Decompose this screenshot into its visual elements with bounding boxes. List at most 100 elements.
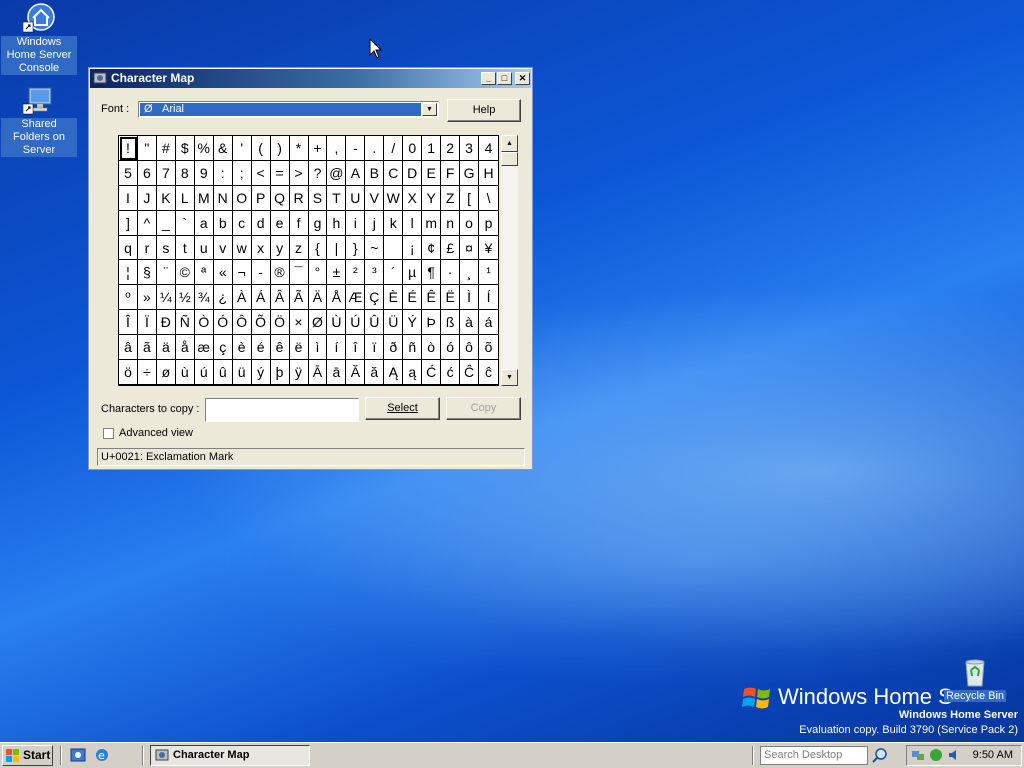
character-cell[interactable]: ¦	[119, 260, 138, 286]
character-cell[interactable]: Ü	[384, 310, 404, 336]
font-dropdown[interactable]: Ø Arial ▼	[138, 101, 439, 118]
desktop-icon-shared-folders[interactable]: Shared Folders on Server	[1, 84, 77, 157]
taskbar-item-character-map[interactable]: Character Map	[150, 745, 310, 766]
character-cell[interactable]: Ì	[460, 285, 480, 311]
character-cell[interactable]: á	[479, 310, 498, 336]
character-cell[interactable]: :	[213, 160, 233, 186]
character-cell[interactable]: ñ	[403, 335, 423, 361]
character-cell[interactable]: Ð	[156, 310, 176, 336]
character-cell[interactable]: ó	[441, 335, 461, 361]
character-cell[interactable]: ¡	[403, 235, 423, 261]
select-button[interactable]: Select	[365, 397, 440, 420]
character-cell[interactable]: í	[327, 335, 347, 361]
character-cell[interactable]: O	[232, 185, 252, 211]
character-cell[interactable]: $	[175, 136, 195, 161]
character-grid[interactable]: ! " # $% & '() * +, -./0 1 2 3 4 5 6 7 8 9:; < = >? @ A B C D E F G H…	[118, 135, 499, 386]
character-cell[interactable]: _	[156, 210, 176, 236]
character-cell[interactable]: Û	[365, 310, 385, 336]
character-cell[interactable]: ¸	[460, 260, 480, 286]
character-cell[interactable]: ą	[403, 360, 423, 385]
character-cell[interactable]: ¼	[156, 285, 176, 311]
character-cell[interactable]: ]	[119, 210, 138, 236]
character-cell[interactable]: t	[175, 235, 195, 261]
character-cell[interactable]: É	[403, 285, 423, 311]
advanced-view-checkbox[interactable]	[103, 428, 114, 439]
character-cell[interactable]: z	[289, 235, 309, 261]
character-cell[interactable]: Á	[251, 285, 271, 311]
character-cell[interactable]: ¬	[232, 260, 252, 286]
character-cell[interactable]: D	[403, 160, 423, 186]
minimize-button[interactable]: _	[481, 72, 496, 85]
search-button[interactable]	[870, 746, 890, 765]
character-cell[interactable]: ³	[365, 260, 385, 286]
character-cell[interactable]: À	[232, 285, 252, 311]
character-cell[interactable]: 2	[441, 136, 461, 161]
character-cell[interactable]: 8	[175, 160, 195, 186]
character-cell[interactable]: Æ	[346, 285, 366, 311]
character-cell[interactable]: F	[441, 160, 461, 186]
character-cell[interactable]: Ó	[213, 310, 233, 336]
character-cell[interactable]: 9	[194, 160, 214, 186]
quicklaunch-console-icon[interactable]	[70, 747, 86, 763]
character-cell[interactable]: "	[137, 136, 157, 161]
character-cell[interactable]: ë	[289, 335, 309, 361]
character-cell[interactable]: ¨	[156, 260, 176, 286]
character-cell[interactable]: £	[441, 235, 461, 261]
character-cell[interactable]: g	[308, 210, 328, 236]
character-cell[interactable]: Ñ	[175, 310, 195, 336]
character-cell[interactable]: 4	[479, 136, 498, 161]
character-cell[interactable]: }	[346, 235, 366, 261]
scroll-thumb[interactable]	[501, 152, 518, 166]
character-cell[interactable]: Í	[479, 285, 498, 311]
character-cell[interactable]: «	[213, 260, 233, 286]
character-cell[interactable]: a	[194, 210, 214, 236]
character-cell[interactable]: ®	[270, 260, 290, 286]
character-cell[interactable]: I	[119, 185, 138, 211]
character-cell[interactable]: *	[289, 136, 309, 161]
character-cell[interactable]: T	[327, 185, 347, 211]
character-cell[interactable]: &	[213, 136, 233, 161]
character-cell[interactable]: ·	[441, 260, 461, 286]
character-cell[interactable]: ý	[251, 360, 271, 385]
character-cell[interactable]: ×	[289, 310, 309, 336]
character-cell[interactable]: =	[270, 160, 290, 186]
character-cell[interactable]: %	[194, 136, 214, 161]
character-cell[interactable]: ©	[175, 260, 195, 286]
character-cell[interactable]: Ą	[384, 360, 404, 385]
maximize-button[interactable]: □	[497, 72, 512, 85]
character-cell[interactable]: G	[460, 160, 480, 186]
character-cell[interactable]: à	[460, 310, 480, 336]
character-cell[interactable]: ¶	[422, 260, 442, 286]
scroll-up-button[interactable]: ▲	[501, 135, 518, 152]
character-cell[interactable]: d	[251, 210, 271, 236]
character-cell[interactable]: æ	[194, 335, 214, 361]
character-cell[interactable]: û	[213, 360, 233, 385]
character-cell[interactable]: ¯	[289, 260, 309, 286]
tray-network-icon[interactable]	[911, 748, 925, 765]
character-cell[interactable]: 6	[137, 160, 157, 186]
character-cell[interactable]: v	[213, 235, 233, 261]
character-cell[interactable]: -	[346, 136, 366, 161]
character-cell[interactable]: ¥	[479, 236, 498, 261]
character-cell[interactable]: x	[251, 235, 271, 261]
character-cell[interactable]: e	[270, 210, 290, 236]
character-cell[interactable]: °	[308, 260, 328, 286]
character-cell[interactable]: J	[137, 185, 157, 211]
character-cell[interactable]: 5	[119, 160, 138, 186]
clock[interactable]: 9:50 AM	[973, 746, 1013, 765]
character-cell[interactable]: y	[270, 235, 290, 261]
character-cell[interactable]: Q	[270, 185, 290, 211]
character-cell[interactable]: 7	[156, 160, 176, 186]
character-cell[interactable]: |	[327, 235, 347, 261]
character-cell[interactable]: {	[308, 235, 328, 261]
character-cell[interactable]: Ï	[137, 310, 157, 336]
character-cell[interactable]: Ć	[422, 360, 442, 385]
close-button[interactable]: ✕	[515, 72, 530, 85]
character-cell[interactable]: ć	[441, 360, 461, 385]
character-cell[interactable]: Ë	[441, 285, 461, 311]
character-cell[interactable]: ª	[194, 260, 214, 286]
character-cell[interactable]: ß	[441, 310, 461, 336]
character-cell[interactable]: .	[365, 136, 385, 161]
character-cell[interactable]: l	[403, 210, 423, 236]
character-cell[interactable]: ĉ	[479, 360, 498, 385]
